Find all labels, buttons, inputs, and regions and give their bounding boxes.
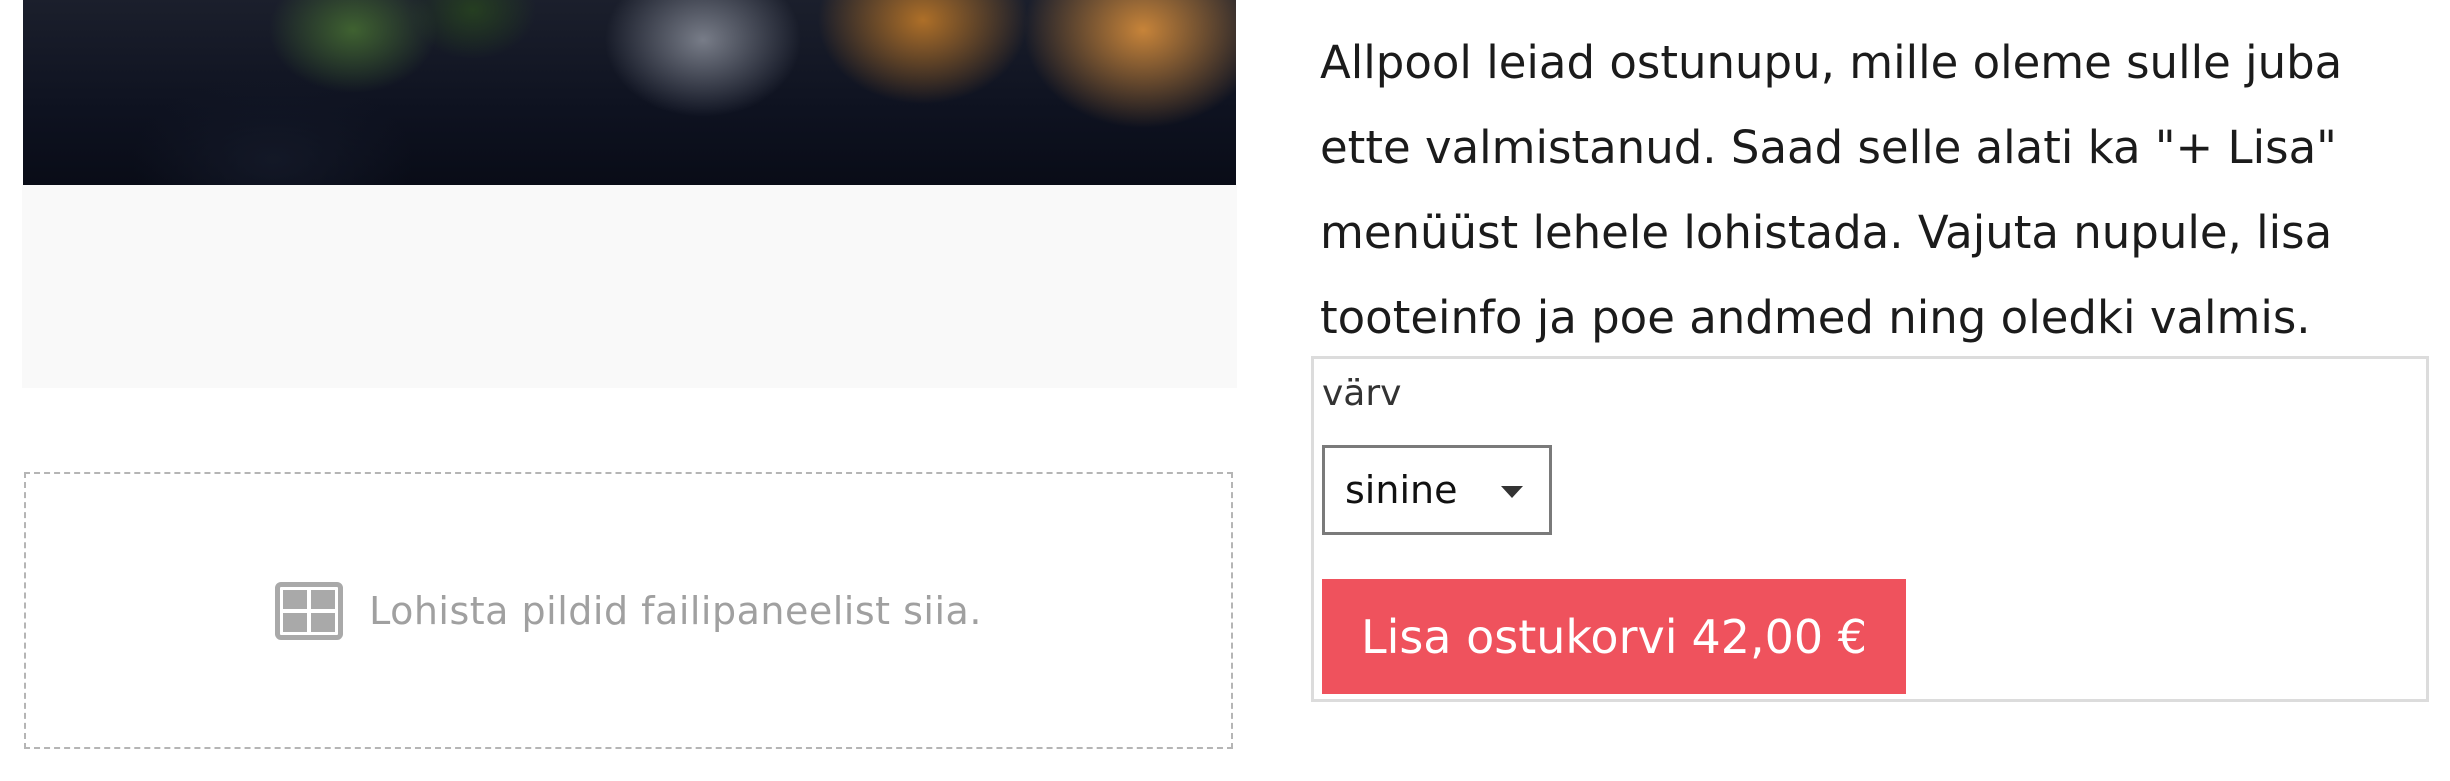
chevron-down-icon [1501, 486, 1523, 498]
food-photo [23, 0, 1236, 185]
image-dropzone[interactable]: Lohista pildid failipaneelist siia. [24, 472, 1233, 749]
image-caption-panel [22, 185, 1237, 388]
price-label: 42,00 € [1691, 609, 1868, 664]
image-grid-icon [275, 581, 344, 640]
select-value: sinine [1345, 468, 1458, 512]
dropzone-text: Lohista pildid failipaneelist siia. [369, 588, 982, 633]
color-select[interactable]: sinine [1322, 445, 1552, 535]
option-label: värv [1322, 373, 1402, 414]
description-text: Allpool leiad ostunupu, mille oleme sull… [1320, 36, 2343, 344]
add-to-cart-label: Lisa ostukorvi [1360, 609, 1678, 664]
buy-button-widget: värv sinine Lisa ostukorvi 42,00 € [1311, 356, 2429, 702]
add-to-cart-button[interactable]: Lisa ostukorvi 42,00 € [1322, 579, 1906, 694]
